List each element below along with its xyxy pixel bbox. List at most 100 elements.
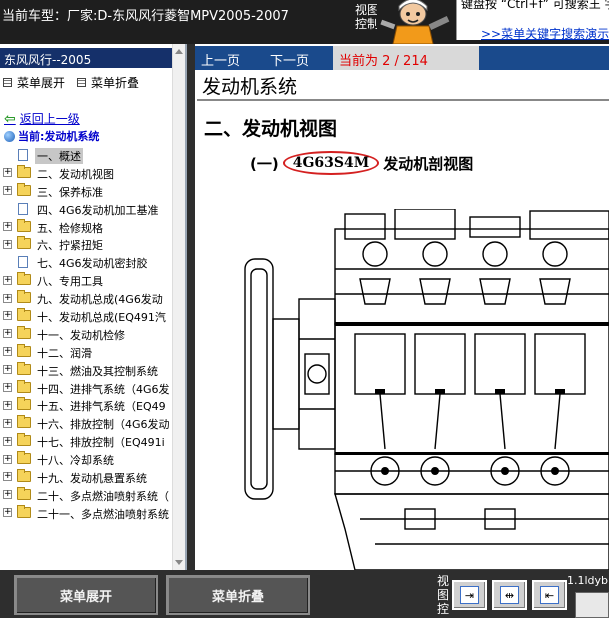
folder-icon [17,308,31,322]
expand-toggle-icon[interactable]: + [3,239,12,249]
tree-item[interactable]: + 十二、润滑 [0,343,172,361]
expand-toggle-icon[interactable]: + [3,418,12,428]
folder-icon [17,415,31,429]
tree-item[interactable]: 一、概述 [0,146,172,164]
menu-expand-button[interactable]: 菜单展开 [14,575,158,615]
menu-collapse-button[interactable]: 菜单折叠 [166,575,310,615]
dock-right-button[interactable]: ⇥ [452,580,487,610]
dock-left-icon: ⇤ [540,586,559,604]
expand-icon [3,78,12,87]
tree-item[interactable]: + 十三、燃油及其控制系统 [0,361,172,379]
tree-item[interactable]: + 九、发动机总成(4G6发动 [0,289,172,307]
tree-item[interactable]: + 五、检修规格 [0,218,172,236]
search-demo-link[interactable]: >>菜单关键字搜索演示 [481,25,609,40]
view-control-label[interactable]: 视图控制 [355,3,379,31]
tree-item-label: 十七、排放控制（EQ491i [37,436,165,450]
tree-item-label: 二十一、多点燃油喷射系统 [37,507,169,521]
next-page-link[interactable]: 下一页 [270,50,309,69]
sidebar-scrollbar[interactable] [172,44,185,570]
help-panel: 键盘按 “Ctrl+f” 可搜索王 字！ >>菜单关键字搜索演示 [456,0,609,40]
expand-toggle-icon[interactable]: + [3,365,12,375]
content-pane: 上一页 下一页 当前为 2 / 214 发动机系统 二、发动机视图 (一) 4G… [195,44,609,570]
expand-toggle-icon[interactable]: + [3,186,12,196]
expand-toggle-icon[interactable]: + [3,222,12,231]
folder-icon [17,397,31,411]
dock-right-icon: ⇥ [460,586,479,604]
tree-item[interactable]: + 六、拧紧扭矩 [0,235,172,253]
page-icon [18,149,28,161]
dock-left-button[interactable]: ⇤ [532,580,567,610]
back-arrow-icon: ⇦ [4,110,16,127]
split-view-icon: ⇹ [500,586,519,604]
caption-prefix: (一) [250,154,279,173]
current-node-label: 当前:发动机系统 [18,130,100,143]
expand-toggle-icon[interactable]: + [3,347,12,357]
expand-toggle-icon[interactable]: + [3,490,12,500]
split-view-button[interactable]: ⇹ [492,580,527,610]
tree-item-label: 十二、润滑 [37,346,92,360]
expand-toggle-icon[interactable]: + [3,454,12,464]
folder-icon [17,164,31,178]
tree-item[interactable]: + 三、保养标准 [0,182,172,200]
tree-item[interactable]: + 十一、发动机检修 [0,325,172,343]
expand-toggle-icon[interactable]: + [3,329,12,339]
folder-icon [17,504,31,518]
expand-toggle-icon[interactable]: + [3,311,12,321]
tree-item[interactable]: + 十九、发动机悬置系统 [0,468,172,486]
tree-item[interactable]: + 十八、冷却系统 [0,450,172,468]
expand-toggle-icon[interactable]: + [3,293,12,303]
scroll-down-icon[interactable] [175,560,183,565]
folder-icon [17,343,31,357]
tree-item-label: 八、专用工具 [37,275,103,289]
back-link-label: 返回上一级 [19,112,80,126]
tree-item[interactable]: + 十四、进排气系统（4G6发 [0,379,172,397]
prev-page-link[interactable]: 上一页 [201,50,240,69]
tree-item[interactable]: + 十六、排放控制（4G6发动 [0,414,172,432]
expand-toggle-icon[interactable]: + [3,472,12,482]
sidebar-collapse-button[interactable]: 菜单折叠 [77,74,139,91]
view-control-label-bottom: 视图控 [437,574,450,616]
tree-item[interactable]: 四、4G6发动机加工基准 [0,200,172,218]
folder-icon [17,469,31,483]
expand-toggle-icon[interactable]: + [3,436,12,446]
expand-toggle-icon[interactable]: + [3,400,12,410]
scroll-up-icon[interactable] [175,49,183,54]
sidebar-expand-button[interactable]: 菜单展开 [3,74,65,91]
section-title: 发动机系统 [202,76,298,98]
engine-code-highlight: 4G63S4M [282,151,380,175]
expand-toggle-icon[interactable]: + [3,508,12,518]
tree-item[interactable]: + 十七、排放控制（EQ491i [0,432,172,450]
expand-toggle-icon[interactable]: + [3,275,12,285]
sidebar: 东风风行--2005 菜单展开 菜单折叠 ⇦ 返回上一级 当前:发动机系统 一、… [0,44,187,570]
folder-icon [17,451,31,465]
version-text: 1.1ldyb [567,574,609,587]
title-bar: 当前车型：厂家:D-东风风行菱智MPV2005-2007 视图控制 键盘按 “C… [0,0,609,44]
page-icon [18,256,28,269]
expand-toggle-icon[interactable]: + [3,383,12,393]
tree-item-label: 三、保养标准 [37,185,103,199]
tree-item[interactable]: + 十五、进排气系统（EQ49 [0,396,172,414]
corner-panel[interactable] [575,592,609,618]
sidebar-header: 东风风行--2005 [0,48,172,68]
tree-item-label: 四、4G6发动机加工基准 [37,203,159,217]
expand-toggle-icon[interactable]: + [3,168,12,178]
collapse-icon [77,78,86,87]
tree-item-label: 七、4G6发动机密封胶 [37,257,148,271]
tree-item-label: 五、检修规格 [37,221,103,235]
figure-caption: (一) 4G63S4M 发动机剖视图 [250,151,473,175]
tree-item[interactable]: 七、4G6发动机密封胶 [0,253,172,271]
sidebar-menu-controls: 菜单展开 菜单折叠 [0,74,172,90]
tree-item[interactable]: + 八、专用工具 [0,271,172,289]
tree-item[interactable]: + 二十一、多点燃油喷射系统 [0,504,172,522]
tree-item-label: 十四、进排气系统（4G6发 [37,382,170,396]
tree-item-label: 一、概述 [35,148,83,164]
tree-item[interactable]: + 二、发动机视图 [0,164,172,182]
tree-item-label: 十六、排放控制（4G6发动 [37,418,170,432]
app-window: 当前车型：厂家:D-东风风行菱智MPV2005-2007 视图控制 键盘按 “C… [0,0,609,618]
back-link[interactable]: ⇦ 返回上一级 [4,110,80,127]
page-navbar: 上一页 下一页 当前为 2 / 214 [195,46,609,70]
tree-item[interactable]: + 二十、多点燃油喷射系统（ [0,486,172,504]
folder-icon [17,272,31,286]
tree-item[interactable]: + 十、发动机总成(EQ491汽 [0,307,172,325]
menu-tree: 一、概述 + 二、发动机视图 + 三、保养标准 四、4G6发动机加工基准 + 五、检修规格 + 六… [0,146,172,522]
